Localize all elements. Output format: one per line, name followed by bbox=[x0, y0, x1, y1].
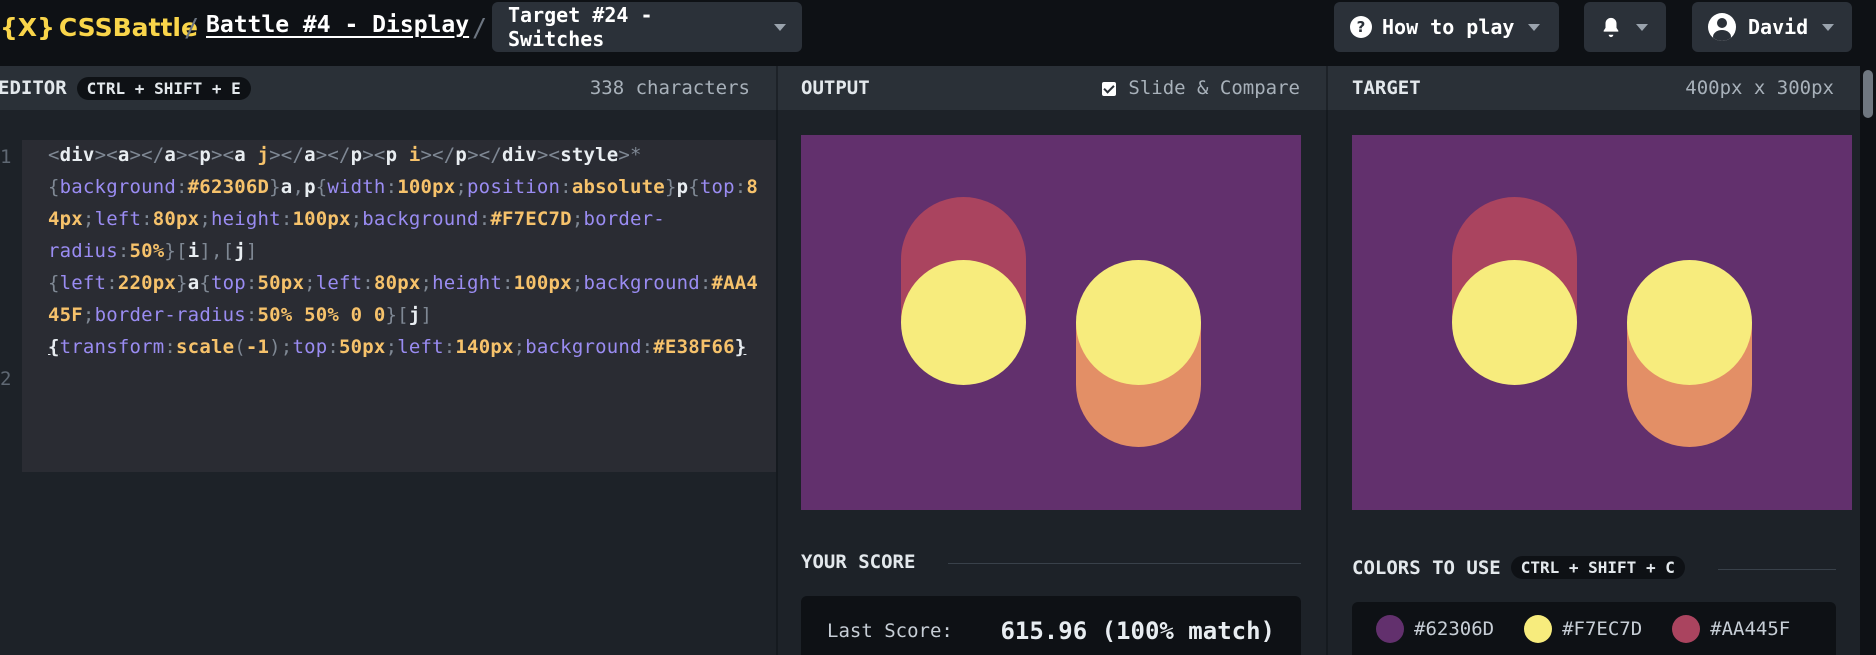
cssbattle-logo[interactable]: {X} CSSBattle bbox=[0, 12, 198, 42]
slide-compare-label: Slide & Compare bbox=[1128, 77, 1300, 99]
scrollbar-thumb[interactable] bbox=[1863, 70, 1873, 118]
chevron-down-icon bbox=[1636, 23, 1648, 31]
logo-text: CSSBattle bbox=[58, 12, 198, 42]
panel-divider[interactable] bbox=[776, 110, 778, 655]
color-hex: #F7EC7D bbox=[1562, 617, 1643, 640]
code-text: 45F;border-radius:50% 50% 0 0}[j] bbox=[48, 304, 433, 326]
breadcrumb-battle-link[interactable]: Battle #4 - Display bbox=[206, 12, 469, 38]
color-swatch-list: #62306D #F7EC7D #AA445F bbox=[1352, 602, 1836, 655]
color-swatch[interactable]: #AA445F bbox=[1672, 614, 1791, 643]
editor-header: EDITOR CTRL + SHIFT + E 338 characters bbox=[0, 66, 776, 110]
output-title: OUTPUT bbox=[801, 77, 870, 99]
slide-compare-toggle[interactable]: Slide & Compare bbox=[1102, 77, 1300, 99]
code-text: <div><a></a><p><a j></a></p><p i></p></d… bbox=[48, 144, 642, 166]
panel-divider[interactable] bbox=[1326, 110, 1328, 655]
target-yellow-circle bbox=[1452, 260, 1577, 385]
bell-icon bbox=[1603, 17, 1619, 38]
code-text: 4px;left:80px;height:100px;background:#F… bbox=[48, 208, 665, 230]
last-score-label: Last Score: bbox=[827, 620, 953, 642]
editor-shortcut-badge: CTRL + SHIFT + E bbox=[76, 76, 251, 100]
color-hex: #62306D bbox=[1414, 617, 1495, 640]
code-line-1[interactable]: <div><a></a><p><a j></a></p><p i></p></d… bbox=[22, 140, 776, 472]
user-menu-button[interactable]: David bbox=[1692, 2, 1852, 52]
top-bar: {X} CSSBattle / Battle #4 - Display / Ta… bbox=[0, 0, 1876, 66]
output-yellow-circle bbox=[901, 260, 1026, 385]
colors-title-text: COLORS TO USE bbox=[1352, 556, 1501, 579]
section-rule bbox=[948, 563, 1301, 564]
color-dot bbox=[1376, 614, 1404, 643]
slide-compare-checkbox[interactable] bbox=[1102, 81, 1117, 96]
target-selector-label: Target #24 - Switches bbox=[508, 3, 653, 51]
target-canvas[interactable] bbox=[1352, 135, 1852, 510]
target-title: TARGET bbox=[1352, 77, 1421, 99]
output-canvas[interactable] bbox=[801, 135, 1301, 510]
code-editor[interactable]: 1 2 <div><a></a><p><a j></a></p><p i></p… bbox=[0, 110, 776, 655]
user-name: David bbox=[1748, 15, 1809, 39]
target-selector-button[interactable]: Target #24 - Switches bbox=[492, 2, 802, 52]
chevron-down-icon bbox=[1528, 23, 1541, 31]
character-count: 338 characters bbox=[589, 77, 750, 99]
section-rule bbox=[1718, 569, 1836, 570]
chevron-down-icon bbox=[1822, 23, 1835, 31]
logo-icon: {X} bbox=[0, 12, 55, 42]
color-swatch[interactable]: #62306D bbox=[1376, 614, 1495, 643]
last-score-value: 615.96 (100% match) bbox=[1000, 617, 1275, 645]
color-dot bbox=[1672, 614, 1701, 643]
code-text: {transform:scale(-1);top:50px;left:140px… bbox=[48, 336, 747, 358]
target-yellow-circle bbox=[1627, 260, 1752, 385]
line-number: 2 bbox=[0, 368, 12, 390]
breadcrumb-separator: / bbox=[472, 13, 488, 42]
how-to-play-label: How to play bbox=[1382, 15, 1515, 39]
chevron-down-icon bbox=[774, 23, 786, 31]
color-dot bbox=[1524, 614, 1553, 643]
page-scrollbar[interactable] bbox=[1860, 66, 1876, 655]
question-icon: ? bbox=[1350, 16, 1372, 38]
color-hex: #AA445F bbox=[1710, 617, 1791, 640]
output-header: OUTPUT Slide & Compare bbox=[778, 66, 1326, 110]
notifications-button[interactable] bbox=[1584, 2, 1666, 52]
line-number: 1 bbox=[0, 146, 12, 168]
colors-shortcut-badge: CTRL + SHIFT + C bbox=[1510, 556, 1685, 579]
score-card: Last Score: 615.96 (100% match) bbox=[801, 596, 1301, 655]
target-size: 400px x 300px bbox=[1685, 77, 1834, 99]
code-text: {background:#62306D}a,p{width:100px;posi… bbox=[48, 176, 759, 198]
code-text: radius:50%}[i],[j] bbox=[48, 240, 258, 262]
code-text: {left:220px}a{top:50px;left:80px;height:… bbox=[48, 272, 759, 294]
output-yellow-circle bbox=[1076, 260, 1201, 385]
color-swatch[interactable]: #F7EC7D bbox=[1524, 614, 1643, 643]
breadcrumb-separator: / bbox=[184, 13, 200, 42]
editor-title: EDITOR bbox=[0, 77, 67, 99]
colors-section-title: COLORS TO USE CTRL + SHIFT + C bbox=[1352, 556, 1685, 579]
score-section-title: YOUR SCORE bbox=[801, 551, 916, 573]
how-to-play-button[interactable]: ? How to play bbox=[1334, 2, 1559, 52]
target-header: TARGET 400px x 300px bbox=[1328, 66, 1860, 110]
avatar-icon bbox=[1708, 13, 1736, 41]
